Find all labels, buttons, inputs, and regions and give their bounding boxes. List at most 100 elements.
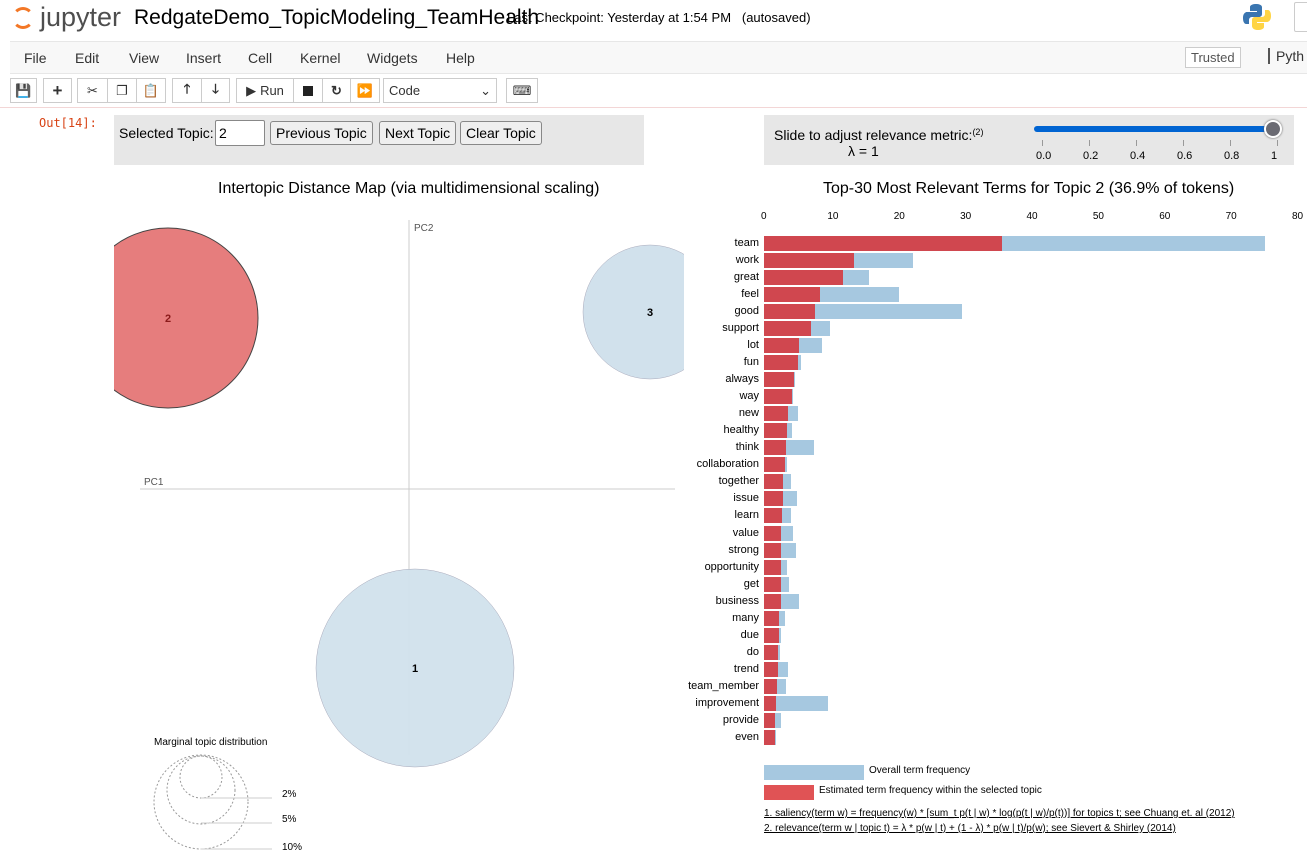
topic-frequency-bar[interactable] — [764, 270, 843, 286]
kernel-name[interactable]: Pyth — [1268, 48, 1304, 64]
topic-frequency-bar[interactable] — [764, 729, 776, 745]
term-label[interactable]: get — [659, 578, 759, 590]
x-tick-label: 70 — [1225, 211, 1237, 222]
trusted-badge[interactable]: Trusted — [1185, 47, 1241, 68]
topic-frequency-bar[interactable] — [764, 304, 816, 320]
menu-file[interactable]: File — [24, 50, 47, 66]
topic-frequency-bar[interactable] — [764, 287, 820, 303]
interrupt-button[interactable] — [293, 78, 323, 103]
save-button[interactable]: 💾 — [10, 78, 37, 103]
topic-frequency-bar[interactable] — [764, 627, 779, 643]
term-label[interactable]: trend — [659, 663, 759, 675]
term-label[interactable]: healthy — [659, 424, 759, 436]
term-label[interactable]: many — [659, 612, 759, 624]
topic-frequency-bar[interactable] — [764, 236, 1003, 251]
menu-view[interactable]: View — [129, 50, 159, 66]
menu-cell[interactable]: Cell — [248, 50, 272, 66]
run-button[interactable]: ▶ Run — [236, 78, 294, 103]
menu-widgets[interactable]: Widgets — [367, 50, 418, 66]
term-label[interactable]: opportunity — [659, 561, 759, 573]
term-label[interactable]: collaboration — [659, 458, 759, 470]
previous-topic-button[interactable]: Previous Topic — [270, 121, 373, 145]
lambda-slider-thumb[interactable] — [1264, 120, 1282, 138]
restart-run-all-button[interactable]: ⏩ — [350, 78, 380, 103]
topic-frequency-bar[interactable] — [764, 559, 782, 575]
cell-type-select[interactable]: Code ⌄ — [383, 78, 497, 103]
term-label[interactable]: team_member — [659, 680, 759, 692]
marginal-label-10pct: 10% — [282, 842, 302, 853]
clear-topic-button[interactable]: Clear Topic — [460, 121, 542, 145]
saliency-footnote-link[interactable]: 1. saliency(term w) = frequency(w) * [su… — [764, 808, 1235, 819]
term-label[interactable]: support — [659, 322, 759, 334]
topic-frequency-bar[interactable] — [764, 525, 782, 541]
topic-frequency-bar[interactable] — [764, 661, 778, 677]
term-label[interactable]: work — [659, 254, 759, 266]
term-label[interactable]: team — [659, 237, 759, 249]
topic-frequency-bar[interactable] — [764, 355, 798, 371]
term-label[interactable]: great — [659, 271, 759, 283]
term-label[interactable]: even — [659, 731, 759, 743]
paste-button[interactable]: 📋 — [136, 78, 166, 103]
topic-frequency-bar[interactable] — [764, 457, 786, 473]
term-label[interactable]: way — [659, 390, 759, 402]
topic-frequency-bar[interactable] — [764, 406, 788, 422]
topic-frequency-bar[interactable] — [764, 423, 788, 439]
menu-help[interactable]: Help — [446, 50, 475, 66]
term-label[interactable]: strong — [659, 544, 759, 556]
move-up-button[interactable]: 🡑 — [172, 78, 202, 103]
move-down-button[interactable]: 🡓 — [201, 78, 230, 103]
term-label[interactable]: business — [659, 595, 759, 607]
menu-kernel[interactable]: Kernel — [300, 50, 340, 66]
topic-circle-2[interactable] — [114, 227, 259, 409]
term-label[interactable]: think — [659, 441, 759, 453]
term-label[interactable]: issue — [659, 492, 759, 504]
jupyter-logo[interactable]: jupyter — [12, 2, 121, 33]
topic-frequency-bar[interactable] — [764, 389, 792, 405]
insert-cell-button[interactable]: + — [43, 78, 72, 103]
lambda-controls: Slide to adjust relevance metric:(2) λ =… — [764, 115, 1294, 165]
topic-frequency-bar[interactable] — [764, 372, 794, 388]
logout-button[interactable] — [1294, 2, 1307, 32]
term-label[interactable]: do — [659, 646, 759, 658]
term-label[interactable]: always — [659, 373, 759, 385]
term-label[interactable]: lot — [659, 339, 759, 351]
notebook-title[interactable]: RedgateDemo_TopicModeling_TeamHealth — [134, 6, 539, 30]
topic-frequency-bar[interactable] — [764, 440, 786, 456]
term-label[interactable]: feel — [659, 288, 759, 300]
topic-frequency-bar[interactable] — [764, 593, 781, 609]
term-label[interactable]: good — [659, 305, 759, 317]
topic-frequency-bar[interactable] — [764, 321, 812, 337]
menu-edit[interactable]: Edit — [75, 50, 99, 66]
lambda-slider-track[interactable] — [1034, 126, 1272, 132]
topic-frequency-bar[interactable] — [764, 678, 778, 694]
term-label[interactable]: provide — [659, 714, 759, 726]
topic-frequency-bar[interactable] — [764, 508, 782, 524]
topic-frequency-bar[interactable] — [764, 712, 776, 728]
term-label[interactable]: due — [659, 629, 759, 641]
topic-frequency-bar[interactable] — [764, 644, 778, 660]
relevance-footnote-link[interactable]: 2. relevance(term w | topic t) = λ * p(w… — [764, 823, 1176, 834]
topic-frequency-bar[interactable] — [764, 576, 781, 592]
topic-frequency-bar[interactable] — [764, 491, 784, 507]
topic-frequency-bar[interactable] — [764, 695, 776, 711]
topic-frequency-bar[interactable] — [764, 474, 784, 490]
term-label[interactable]: value — [659, 527, 759, 539]
term-label[interactable]: learn — [659, 509, 759, 521]
topic-frequency-bar[interactable] — [764, 610, 780, 626]
topic-frequency-bar[interactable] — [764, 338, 799, 354]
term-label[interactable]: fun — [659, 356, 759, 368]
copy-button[interactable]: ❐ — [107, 78, 137, 103]
restart-button[interactable]: ↻ — [322, 78, 351, 103]
term-label[interactable]: new — [659, 407, 759, 419]
topic-frequency-bar[interactable] — [764, 542, 782, 558]
next-topic-button[interactable]: Next Topic — [379, 121, 457, 145]
command-palette-button[interactable]: ⌨ — [506, 78, 538, 103]
menu-insert[interactable]: Insert — [186, 50, 221, 66]
cut-button[interactable]: ✂ — [77, 78, 108, 103]
topic-frequency-bar[interactable] — [764, 253, 854, 269]
marginal-label-2pct: 2% — [282, 789, 297, 800]
term-label[interactable]: improvement — [659, 697, 759, 709]
lambda-tick-mark — [1042, 140, 1043, 146]
term-label[interactable]: together — [659, 475, 759, 487]
selected-topic-input[interactable] — [215, 120, 265, 146]
